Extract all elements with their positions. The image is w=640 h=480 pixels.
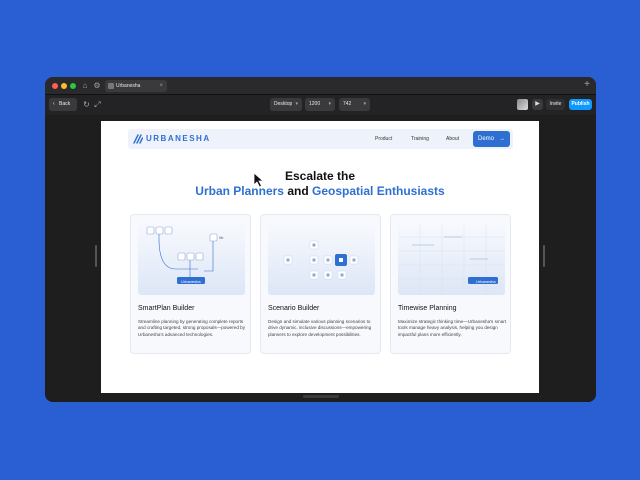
home-icon[interactable]: ⌂	[80, 81, 90, 91]
back-button[interactable]: ‹ Back	[49, 98, 77, 111]
width-value: 1200	[309, 101, 321, 107]
chevron-down-icon: ▾	[328, 101, 331, 107]
height-select[interactable]: 742 ▾	[339, 98, 370, 111]
settings-icon[interactable]: ⚙	[92, 81, 102, 91]
urbanesha-chip: Urbanesha	[181, 279, 201, 284]
reload-icon[interactable]: ↻	[82, 100, 91, 109]
card-title: Timewise Planning	[398, 305, 457, 312]
height-value: 742	[343, 101, 352, 107]
back-label: Back	[59, 101, 71, 107]
toolbar: ‹ Back ↻ ⤢ Desktop ▾ 1200 ▾ 742 ▾ ▶ Invi…	[45, 95, 596, 115]
maximize-window-button[interactable]	[70, 83, 76, 89]
avatar[interactable]	[517, 99, 528, 110]
chevron-left-icon: ‹	[53, 101, 55, 107]
svg-text:file: file	[219, 236, 224, 240]
site-logo[interactable]: URBANESHA	[146, 133, 211, 145]
mouse-cursor-icon	[253, 172, 265, 188]
card-description: Design and simulate various planning sce…	[268, 319, 372, 337]
tab-title: Urbanesha	[116, 83, 141, 89]
expand-icon[interactable]: ⤢	[93, 100, 102, 109]
grid-nodes-icon	[283, 240, 359, 280]
close-window-button[interactable]	[52, 83, 58, 89]
hero-and: and	[283, 184, 312, 198]
app-window: ⌂ ⚙ Urbanesha × + ‹ Back ↻ ⤢ Desktop ▾ 1…	[45, 77, 596, 402]
new-tab-button[interactable]: +	[584, 79, 590, 91]
nav-training[interactable]: Training	[411, 129, 429, 149]
demo-button[interactable]: Demo →	[473, 131, 510, 147]
feature-card-scenario[interactable]: Scenario Builder Design and simulate var…	[260, 214, 381, 354]
tab-urbanesha[interactable]: Urbanesha ×	[105, 80, 167, 92]
publish-button[interactable]: Publish	[569, 99, 592, 110]
left-resize-handle[interactable]	[95, 245, 97, 267]
chevron-down-icon: ▾	[295, 101, 298, 107]
nav-product[interactable]: Product	[375, 129, 392, 149]
timewise-illustration: Urbanesha	[398, 223, 505, 295]
feature-card-smartplan[interactable]: file Urbanesha SmartPlan Builder Streaml…	[130, 214, 251, 354]
website-preview: URBANESHA Product Training About Demo → …	[101, 121, 539, 393]
invite-button[interactable]: Invite	[546, 99, 565, 110]
demo-label: Demo	[478, 136, 495, 142]
scenario-illustration	[268, 223, 375, 295]
hero-heading-line2: Urban Planners and Geospatial Enthusiast…	[101, 184, 539, 198]
urbanesha-logo-icon	[133, 134, 143, 144]
card-title: Scenario Builder	[268, 305, 320, 312]
nav-about[interactable]: About	[446, 129, 459, 149]
minimize-window-button[interactable]	[61, 83, 67, 89]
hero-heading-line1: Escalate the	[284, 169, 356, 183]
hero-highlight-geospatial: Geospatial Enthusiasts	[312, 184, 445, 198]
title-bar: ⌂ ⚙ Urbanesha × +	[45, 77, 596, 95]
hero-highlight-urban-planners: Urban Planners	[195, 184, 284, 198]
device-value: Desktop	[274, 101, 293, 107]
bottom-resize-handle[interactable]	[303, 395, 339, 398]
card-title: SmartPlan Builder	[138, 305, 195, 312]
favicon-icon	[108, 83, 114, 89]
arrow-right-icon: →	[499, 136, 505, 142]
right-resize-handle[interactable]	[543, 245, 545, 267]
play-icon[interactable]: ▶	[532, 99, 543, 110]
smartplan-illustration: file Urbanesha	[138, 223, 245, 295]
card-description: Streamline planning by generating comple…	[138, 319, 245, 337]
device-select[interactable]: Desktop ▾	[270, 98, 302, 111]
close-tab-icon[interactable]: ×	[159, 80, 163, 92]
width-select[interactable]: 1200 ▾	[305, 98, 335, 111]
chevron-down-icon: ▾	[363, 101, 366, 107]
urbanesha-chip: Urbanesha	[476, 279, 496, 284]
card-description: Maximize strategic thinking time—Urbanes…	[398, 319, 507, 337]
site-navbar: URBANESHA Product Training About Demo →	[128, 129, 513, 149]
feature-card-timewise[interactable]: Urbanesha Timewise Planning Maximize str…	[390, 214, 511, 354]
preview-canvas: URBANESHA Product Training About Demo → …	[45, 115, 596, 402]
